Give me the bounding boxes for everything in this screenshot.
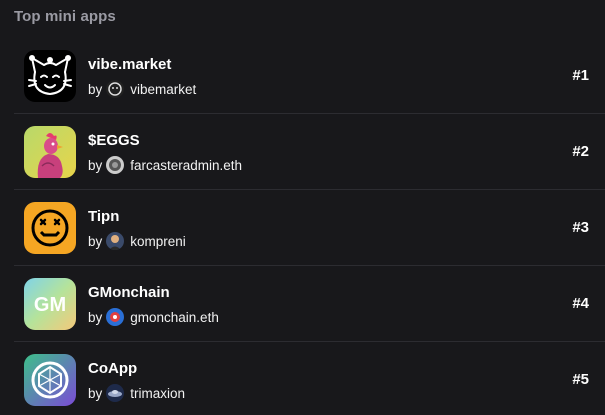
- by-label: by: [88, 157, 103, 173]
- app-name: CoApp: [88, 360, 138, 377]
- rank-label: #2: [572, 143, 589, 160]
- gm-logo-icon: GM: [24, 278, 76, 330]
- app-row-gmonchain[interactable]: GM GMonchain by gmonchain.eth #4: [14, 266, 605, 342]
- app-row-coapp[interactable]: CoApp by trimaxion #5: [14, 342, 605, 415]
- by-label: by: [88, 81, 103, 97]
- jester-cat-icon: [24, 50, 76, 102]
- author-line: by vibemarket: [88, 80, 196, 98]
- by-label: by: [88, 309, 103, 325]
- top-mini-apps-panel: Top mini apps vibe.market by vibemarket …: [0, 0, 605, 415]
- app-name: GMonchain: [88, 284, 170, 301]
- app-row-eggs[interactable]: $EGGS by farcasteradmin.eth #2: [14, 114, 605, 190]
- author-line: by gmonchain.eth: [88, 308, 219, 326]
- rank-label: #4: [572, 295, 589, 312]
- by-label: by: [88, 385, 103, 401]
- app-name: Tipn: [88, 208, 120, 225]
- author-name[interactable]: gmonchain.eth: [130, 310, 219, 325]
- mini-apps-list: vibe.market by vibemarket #1 $EGGS by fa…: [14, 38, 605, 415]
- svg-text:GM: GM: [34, 294, 66, 316]
- coapp-logo-icon: [24, 354, 76, 406]
- author-line: by kompreni: [88, 232, 186, 250]
- app-row-tipn[interactable]: Tipn by kompreni #3: [14, 190, 605, 266]
- author-name[interactable]: vibemarket: [130, 82, 196, 97]
- trimaxion-avatar: [106, 384, 125, 402]
- farcasteradmin-avatar: [106, 156, 125, 174]
- rank-label: #1: [572, 67, 589, 84]
- rooster-icon: [24, 126, 76, 178]
- app-name: $EGGS: [88, 132, 140, 149]
- section-title: Top mini apps: [14, 8, 116, 25]
- author-line: by farcasteradmin.eth: [88, 156, 242, 174]
- author-name[interactable]: trimaxion: [130, 386, 185, 401]
- rank-label: #3: [572, 219, 589, 236]
- rank-label: #5: [572, 371, 589, 388]
- app-name: vibe.market: [88, 56, 172, 73]
- kompreni-avatar: [106, 232, 125, 250]
- gmonchain-avatar: [106, 308, 125, 326]
- author-line: by trimaxion: [88, 384, 185, 402]
- app-row-vibe-market[interactable]: vibe.market by vibemarket #1: [14, 38, 605, 114]
- smiley-face-icon: [24, 202, 76, 254]
- by-label: by: [88, 233, 103, 249]
- author-name[interactable]: kompreni: [130, 234, 186, 249]
- vibemarket-avatar: [106, 80, 125, 98]
- author-name[interactable]: farcasteradmin.eth: [130, 158, 242, 173]
